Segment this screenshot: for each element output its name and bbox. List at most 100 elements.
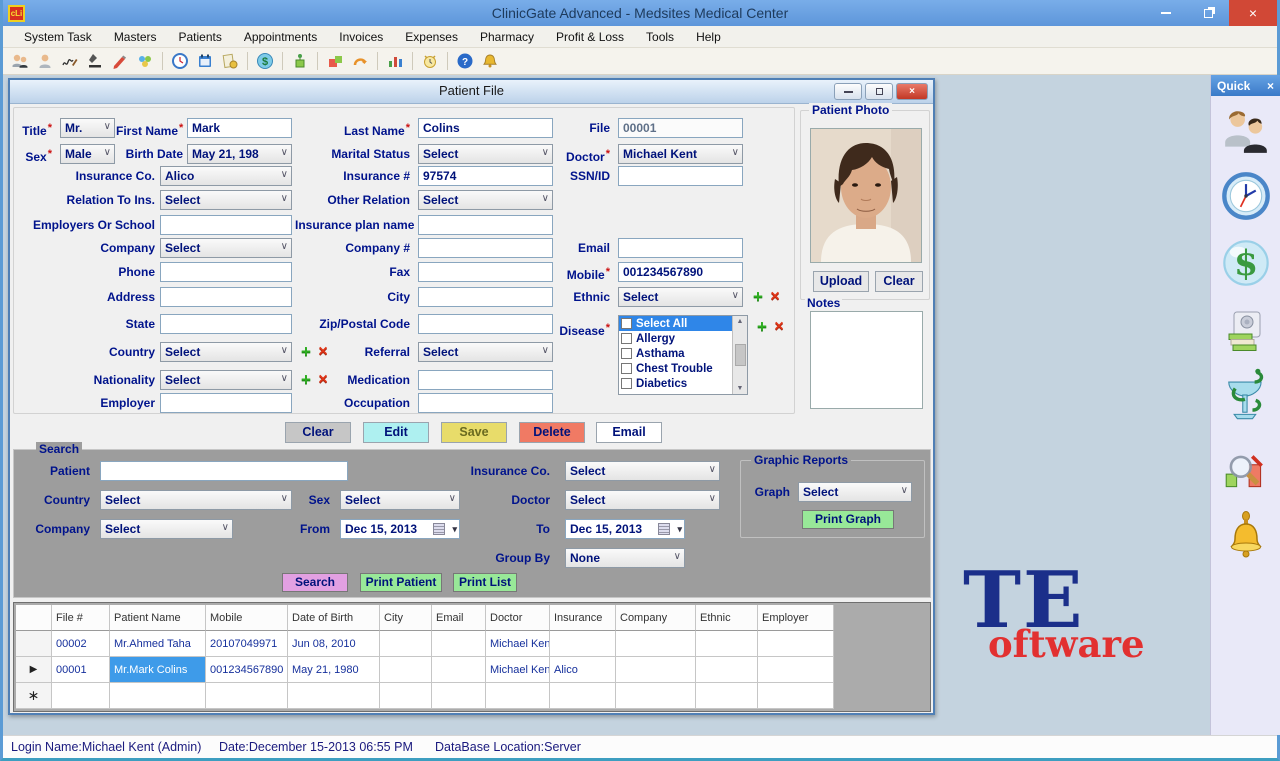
menu-help[interactable]: Help — [685, 26, 732, 48]
checkbox-icon[interactable] — [621, 378, 632, 389]
menu-expenses[interactable]: Expenses — [394, 26, 469, 48]
delete-button[interactable]: Delete — [519, 422, 585, 443]
toolbar-patient-icon[interactable] — [34, 51, 56, 71]
menu-masters[interactable]: Masters — [103, 26, 168, 48]
fax-field[interactable] — [418, 262, 553, 282]
disease-option-select-all[interactable]: Select All — [619, 316, 747, 331]
toolbar-clock-icon[interactable] — [169, 51, 191, 71]
state-field[interactable] — [160, 314, 292, 334]
referral-dropdown[interactable]: Select∨ — [418, 342, 553, 362]
ethnic-remove-icon[interactable]: × — [767, 288, 783, 306]
cell-ethnic[interactable] — [696, 631, 758, 657]
sex-dropdown[interactable]: Male∨ — [60, 144, 115, 164]
menu-profit-loss[interactable]: Profit & Loss — [545, 26, 635, 48]
cell-dob[interactable]: May 21, 1980 — [288, 657, 380, 683]
cell-mobile[interactable]: 20107049971 — [206, 631, 288, 657]
new-row-icon[interactable]: ∗ — [16, 683, 52, 709]
mobile-field[interactable]: 001234567890 — [618, 262, 743, 282]
scroll-thumb[interactable] — [735, 344, 746, 366]
quick-reports-icon[interactable] — [1220, 443, 1272, 499]
zip-field[interactable] — [418, 314, 553, 334]
cell-file[interactable]: 00002 — [52, 631, 110, 657]
cell-city[interactable] — [380, 683, 432, 709]
disease-option-asthama[interactable]: Asthama — [619, 346, 747, 361]
country-dropdown[interactable]: Select∨ — [160, 342, 292, 362]
nationality-dropdown[interactable]: Select∨ — [160, 370, 292, 390]
menu-tools[interactable]: Tools — [635, 26, 685, 48]
grid-header-email[interactable]: Email — [432, 605, 486, 631]
cell-ethnic[interactable] — [696, 657, 758, 683]
disease-remove-icon[interactable]: × — [771, 318, 787, 336]
insurance-num-field[interactable]: 97574 — [418, 166, 553, 186]
print-graph-button[interactable]: Print Graph — [802, 510, 894, 529]
doctor-dropdown[interactable]: Michael Kent∨ — [618, 144, 743, 164]
cell-insurance[interactable]: Alico — [550, 657, 616, 683]
title-dropdown[interactable]: Mr.∨ — [60, 118, 115, 138]
first-name-field[interactable]: Mark — [187, 118, 292, 138]
relation-to-ins-dropdown[interactable]: Select∨ — [160, 190, 292, 210]
cell-insurance[interactable] — [550, 631, 616, 657]
ethnic-add-icon[interactable]: + — [750, 288, 766, 306]
cell-email[interactable] — [432, 683, 486, 709]
search-sex-dropdown[interactable]: Select∨ — [340, 490, 460, 510]
disease-option-chest-trouble[interactable]: Chest Trouble — [619, 361, 747, 376]
restore-button[interactable] — [1187, 0, 1229, 26]
child-minimize-button[interactable] — [834, 83, 862, 100]
ssn-field[interactable] — [618, 166, 743, 186]
disease-scrollbar[interactable]: ▲▼ — [732, 316, 747, 394]
cell-email[interactable] — [432, 631, 486, 657]
disease-add-icon[interactable]: + — [754, 318, 770, 336]
grid-header-insurance[interactable]: Insurance — [550, 605, 616, 631]
cell-dob[interactable] — [288, 683, 380, 709]
cell-patient-name-selected[interactable]: Mr.Mark Colins — [110, 657, 206, 683]
toolbar-bell-icon[interactable] — [479, 51, 501, 71]
menu-system-task[interactable]: System Task — [13, 26, 103, 48]
row-selector-current-icon[interactable]: ▶ — [16, 657, 52, 683]
cell-mobile[interactable] — [206, 683, 288, 709]
disease-option-allergy[interactable]: Allergy — [619, 331, 747, 346]
cell-company[interactable] — [616, 657, 696, 683]
toolbar-invoice-icon[interactable] — [219, 51, 241, 71]
insurance-plan-field[interactable] — [418, 215, 553, 235]
disease-option-diabetics[interactable]: Diabetics — [619, 376, 747, 391]
email-field[interactable] — [618, 238, 743, 258]
close-button[interactable]: × — [1229, 0, 1277, 26]
checkbox-icon[interactable] — [621, 333, 632, 344]
other-relation-dropdown[interactable]: Select∨ — [418, 190, 553, 210]
menu-pharmacy[interactable]: Pharmacy — [469, 26, 545, 48]
email-button[interactable]: Email — [596, 422, 662, 443]
cell-file[interactable]: 00001 — [52, 657, 110, 683]
address-field[interactable] — [160, 287, 292, 307]
grid-row-2-current[interactable]: ▶ 00001 Mr.Mark Colins 001234567890 May … — [16, 657, 928, 683]
cell-doctor[interactable]: Michael Kent — [486, 631, 550, 657]
quick-reminders-icon[interactable] — [1220, 507, 1272, 563]
grid-header-file[interactable]: File # — [52, 605, 110, 631]
menu-appointments[interactable]: Appointments — [233, 26, 328, 48]
toolbar-dollar-icon[interactable]: $ — [254, 51, 276, 71]
photo-clear-button[interactable]: Clear — [875, 271, 923, 292]
save-button[interactable]: Save — [441, 422, 507, 443]
toolbar-instrument-icon[interactable] — [84, 51, 106, 71]
grid-header-dob[interactable]: Date of Birth — [288, 605, 380, 631]
checkbox-icon[interactable] — [621, 363, 632, 374]
occupation-field[interactable] — [418, 393, 553, 413]
grid-header-doctor[interactable]: Doctor — [486, 605, 550, 631]
print-list-button[interactable]: Print List — [453, 573, 517, 592]
minimize-button[interactable] — [1145, 0, 1187, 26]
grid-row-new[interactable]: ∗ — [16, 683, 928, 709]
toolbar-chart-icon[interactable] — [384, 51, 406, 71]
medication-field[interactable] — [418, 370, 553, 390]
birth-date-dropdown[interactable]: May 21, 198∨ — [187, 144, 292, 164]
scroll-up-icon[interactable]: ▲ — [737, 318, 744, 325]
cell-company[interactable] — [616, 683, 696, 709]
employer-field[interactable] — [160, 393, 292, 413]
group-by-dropdown[interactable]: None∨ — [565, 548, 685, 568]
cell-city[interactable] — [380, 631, 432, 657]
toolbar-patients-icon[interactable] — [9, 51, 31, 71]
cell-employer[interactable] — [758, 657, 834, 683]
menu-patients[interactable]: Patients — [168, 26, 233, 48]
clear-button[interactable]: Clear — [285, 422, 351, 443]
grid-header-patient-name[interactable]: Patient Name — [110, 605, 206, 631]
search-patient-input[interactable] — [100, 461, 348, 481]
grid-header-city[interactable]: City — [380, 605, 432, 631]
